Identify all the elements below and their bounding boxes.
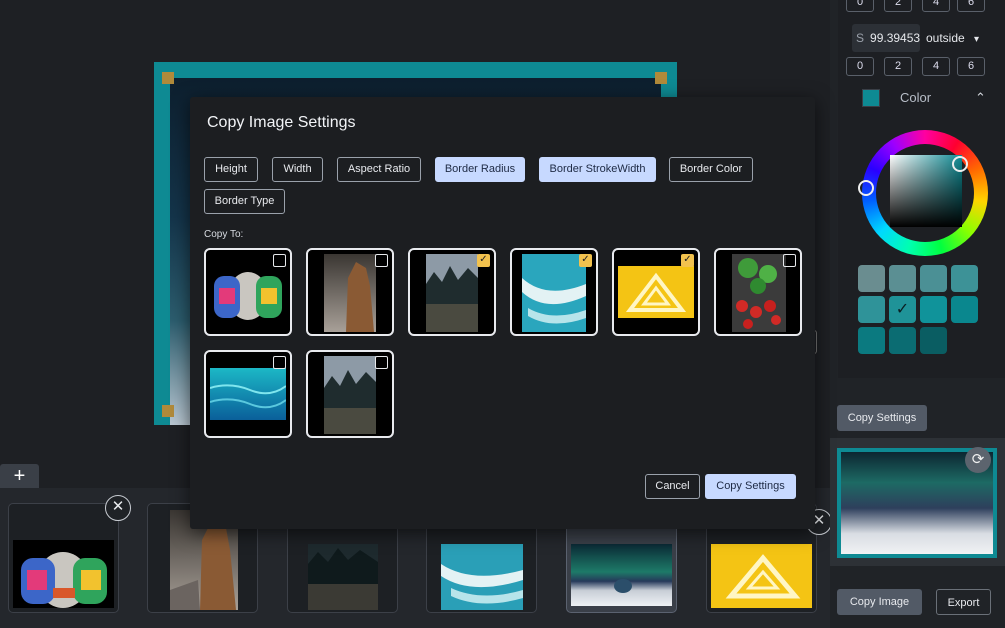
export-button[interactable]: Export bbox=[936, 589, 991, 615]
chevron-down-icon: ▾ bbox=[974, 34, 980, 45]
add-slide-button[interactable]: + bbox=[0, 464, 39, 489]
copy-target-misty-forest[interactable] bbox=[306, 350, 394, 438]
border-size-input[interactable]: S 99.39453 bbox=[852, 24, 920, 52]
cancel-button[interactable]: Cancel bbox=[645, 474, 700, 499]
copy-settings-button[interactable]: Copy Settings bbox=[837, 405, 927, 431]
refresh-icon[interactable]: ⟳ bbox=[965, 447, 991, 473]
copy-target-checkbox[interactable] bbox=[783, 254, 796, 267]
palette-color-chip[interactable] bbox=[889, 327, 916, 354]
border-properties: 0 2 4 6 S 99.39453 outside ▾ 0 2 4 6 Colo… bbox=[838, 0, 1005, 378]
chevron-up-icon[interactable]: ⌃ bbox=[975, 86, 986, 110]
color-label: Color bbox=[900, 90, 932, 105]
stroke-width-preset-0[interactable]: 0 bbox=[846, 57, 874, 76]
copy-target-checkbox[interactable]: ✓ bbox=[579, 254, 592, 267]
setting-border-strokewidth-toggle[interactable]: Border StrokeWidth bbox=[539, 157, 656, 182]
filmstrip-item-painted-hands[interactable]: ✕ bbox=[8, 495, 131, 613]
surfers-wave-thumbnail bbox=[522, 254, 586, 332]
copy-settings-confirm-button[interactable]: Copy Settings bbox=[705, 474, 796, 499]
palette-color-chip[interactable] bbox=[858, 327, 885, 354]
position-value: outside bbox=[926, 31, 965, 45]
painted-hands-thumbnail bbox=[13, 540, 114, 608]
palette-color-chip-selected[interactable]: ✓ bbox=[889, 296, 916, 323]
palette-color-chip[interactable] bbox=[920, 327, 947, 354]
copy-target-tomatoes-basil[interactable] bbox=[714, 248, 802, 336]
close-icon[interactable]: ✕ bbox=[105, 495, 131, 521]
copy-target-checkbox[interactable]: ✓ bbox=[681, 254, 694, 267]
palette-color-chip[interactable] bbox=[858, 265, 885, 292]
border-radius-preset-0[interactable]: 0 bbox=[846, 0, 874, 12]
setting-border-color-toggle[interactable]: Border Color bbox=[669, 157, 753, 182]
saturation-brightness-square[interactable] bbox=[890, 155, 962, 227]
copy-to-label: Copy To: bbox=[204, 229, 244, 240]
misty-forest-thumbnail bbox=[324, 356, 376, 434]
copy-target-checkbox[interactable] bbox=[273, 254, 286, 267]
border-radius-preset-4[interactable]: 4 bbox=[922, 0, 950, 12]
palette-color-chip[interactable] bbox=[920, 265, 947, 292]
image-preview: ⟳ bbox=[830, 438, 1005, 566]
stroke-width-preset-4[interactable]: 4 bbox=[922, 57, 950, 76]
surfers-wave-thumbnail bbox=[441, 544, 523, 610]
properties-panel: 0 2 4 6 S 99.39453 outside ▾ 0 2 4 6 Colo… bbox=[830, 0, 1005, 628]
stroke-width-preset-2[interactable]: 2 bbox=[884, 57, 912, 76]
setting-height-toggle[interactable]: Height bbox=[204, 157, 258, 182]
copy-target-painted-hands[interactable] bbox=[204, 248, 292, 336]
palette-color-chip[interactable] bbox=[920, 296, 947, 323]
resize-handle-top-left[interactable] bbox=[162, 72, 174, 84]
painted-hands-thumbnail bbox=[210, 260, 286, 322]
border-radius-preset-2[interactable]: 2 bbox=[884, 0, 912, 12]
copy-target-checkbox[interactable] bbox=[375, 356, 388, 369]
dialog-title: Copy Image Settings bbox=[207, 114, 356, 131]
copy-target-forest-lake[interactable]: ✓ bbox=[408, 248, 496, 336]
setting-width-toggle[interactable]: Width bbox=[272, 157, 323, 182]
turquoise-water-thumbnail bbox=[210, 368, 286, 420]
copy-target-turquoise-water[interactable] bbox=[204, 350, 292, 438]
resize-handle-bottom-left[interactable] bbox=[162, 405, 174, 417]
color-section-header[interactable]: Color ⌃ bbox=[852, 86, 1002, 110]
copy-image-settings-dialog: Copy Image Settings Height Width Aspect … bbox=[190, 97, 815, 529]
tomatoes-basil-thumbnail bbox=[732, 254, 786, 332]
size-prefix: S bbox=[856, 31, 865, 45]
palette-color-chip[interactable] bbox=[889, 265, 916, 292]
forest-lake-thumbnail bbox=[308, 544, 378, 610]
stroke-width-preset-6[interactable]: 6 bbox=[957, 57, 985, 76]
palette-color-chip[interactable] bbox=[951, 265, 978, 292]
copy-target-rock-formation[interactable] bbox=[306, 248, 394, 336]
palette-color-chip[interactable] bbox=[858, 296, 885, 323]
size-value: 99.39453 bbox=[870, 31, 920, 45]
border-radius-preset-6[interactable]: 6 bbox=[957, 0, 985, 12]
aurora-igloo-thumbnail bbox=[571, 544, 672, 606]
palette-color-chip[interactable] bbox=[951, 296, 978, 323]
copy-image-button[interactable]: Copy Image bbox=[837, 589, 922, 615]
setting-border-radius-toggle[interactable]: Border Radius bbox=[435, 157, 525, 182]
setting-aspect-ratio-toggle[interactable]: Aspect Ratio bbox=[337, 157, 421, 182]
copy-target-checkbox[interactable]: ✓ bbox=[477, 254, 490, 267]
copy-target-yellow-triangle[interactable]: ✓ bbox=[612, 248, 700, 336]
hue-picker-knob[interactable] bbox=[858, 180, 874, 196]
saturation-picker-knob[interactable] bbox=[952, 156, 968, 172]
copy-target-checkbox[interactable] bbox=[273, 356, 286, 369]
yellow-triangle-thumbnail bbox=[618, 266, 694, 318]
setting-border-type-toggle[interactable]: Border Type bbox=[204, 189, 285, 214]
resize-handle-top-right[interactable] bbox=[655, 72, 667, 84]
border-position-select[interactable]: outside ▾ bbox=[926, 24, 996, 52]
current-color-swatch bbox=[862, 89, 880, 107]
copy-target-checkbox[interactable] bbox=[375, 254, 388, 267]
copy-target-surfers-wave[interactable]: ✓ bbox=[510, 248, 598, 336]
forest-lake-thumbnail bbox=[426, 254, 478, 332]
yellow-triangle-thumbnail bbox=[711, 544, 812, 608]
rock-formation-thumbnail bbox=[324, 254, 376, 332]
